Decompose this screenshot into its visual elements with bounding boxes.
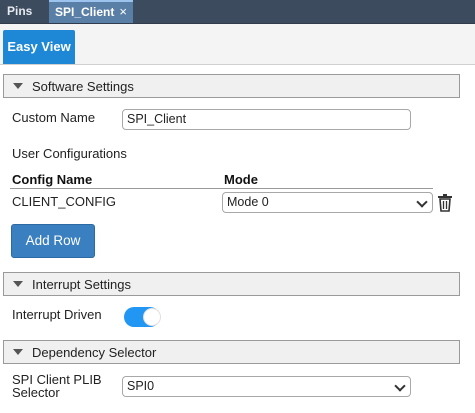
interrupt-driven-toggle[interactable]	[124, 307, 162, 327]
section-header-software-settings[interactable]: Software Settings	[3, 74, 460, 98]
toggle-knob	[144, 309, 160, 325]
section-title: Dependency Selector	[32, 345, 157, 360]
custom-name-input[interactable]: SPI_Client	[122, 109, 411, 130]
collapse-triangle-icon	[13, 349, 23, 355]
chevron-down-icon	[394, 380, 406, 392]
tab-pins[interactable]: Pins	[0, 0, 48, 23]
editor-tab-strip: Pins SPI_Client ×	[0, 0, 475, 24]
chevron-down-icon	[416, 196, 428, 208]
user-configurations-label: User Configurations	[12, 146, 127, 161]
interrupt-driven-label: Interrupt Driven	[12, 307, 102, 322]
plib-selector-label-line2: Selector	[12, 385, 60, 400]
tab-pins-label: Pins	[7, 4, 33, 18]
tab-spi-client-label: SPI_Client	[55, 5, 115, 19]
plib-selector-select[interactable]: SPI0	[122, 376, 411, 397]
collapse-triangle-icon	[13, 83, 23, 89]
section-header-dependency-selector[interactable]: Dependency Selector	[3, 340, 460, 364]
section-title: Interrupt Settings	[32, 277, 131, 292]
section-header-interrupt-settings[interactable]: Interrupt Settings	[3, 272, 460, 296]
column-header-mode: Mode	[224, 172, 258, 187]
table-header-divider	[10, 188, 433, 189]
tab-easy-view[interactable]: Easy View	[3, 30, 75, 64]
plib-selector-value: SPI0	[127, 379, 155, 393]
tab-spi-client[interactable]: SPI_Client ×	[49, 0, 133, 23]
mode-select-value: Mode 0	[227, 195, 269, 209]
trash-icon[interactable]	[437, 194, 453, 212]
add-row-button[interactable]: Add Row	[11, 224, 95, 258]
close-icon[interactable]: ×	[119, 4, 127, 19]
config-name-cell: CLIENT_CONFIG	[12, 194, 117, 209]
column-header-config-name: Config Name	[12, 172, 93, 187]
view-tab-bar: Easy View	[0, 24, 475, 65]
section-title: Software Settings	[32, 79, 134, 94]
custom-name-label: Custom Name	[12, 110, 96, 125]
collapse-triangle-icon	[13, 281, 23, 287]
mode-select[interactable]: Mode 0	[222, 192, 433, 213]
